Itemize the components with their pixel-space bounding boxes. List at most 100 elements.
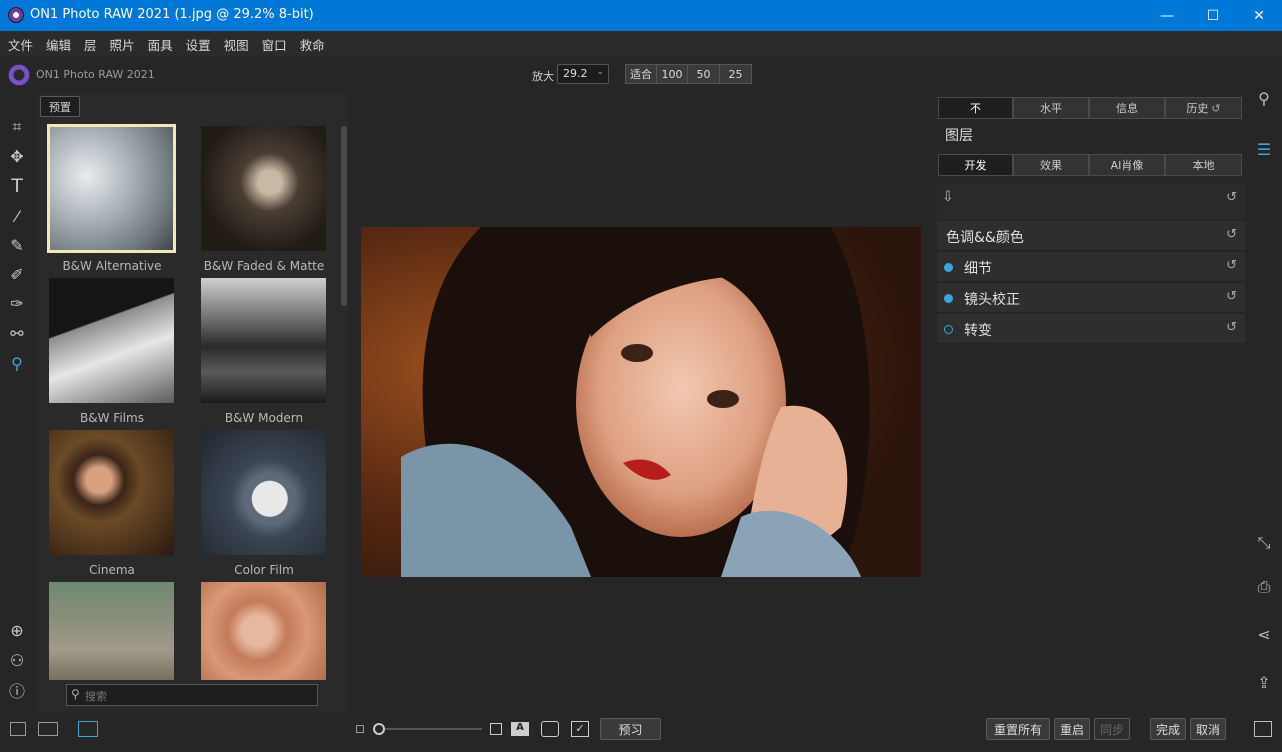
menu-view[interactable]: 视图 — [224, 35, 249, 54]
close-button[interactable]: ✕ — [1236, 0, 1282, 31]
reset-all-button[interactable]: 重置所有 — [986, 718, 1050, 740]
minimize-button[interactable]: — — [1144, 0, 1190, 31]
print-icon[interactable]: ⎙ — [1252, 575, 1276, 599]
size-slider-track[interactable] — [382, 728, 482, 730]
bridge-photo — [49, 278, 174, 403]
browse-icon[interactable]: ⚲ — [1252, 86, 1276, 110]
preset-thumb-8[interactable] — [201, 582, 326, 680]
zoom-50-button[interactable]: 50 — [687, 64, 720, 84]
single-view-icon[interactable] — [78, 721, 98, 737]
preset-thumb-bw-faded-matte[interactable] — [201, 126, 326, 251]
crop-icon[interactable]: ⌗ — [6, 116, 28, 138]
undo-icon[interactable]: ↺ — [1226, 190, 1237, 205]
menu-layer[interactable]: 层 — [84, 35, 97, 54]
refine-brush-icon[interactable]: ✑ — [6, 292, 28, 314]
tab-effects[interactable]: 效果 — [1013, 154, 1089, 176]
clone-icon[interactable]: ⚯ — [6, 322, 28, 344]
check-view-icon[interactable]: ✓ — [571, 721, 589, 737]
menu-edit[interactable]: 编辑 — [46, 35, 71, 54]
share-icon[interactable]: ⋖ — [1252, 622, 1276, 646]
panel-right-icon[interactable] — [1254, 721, 1272, 737]
size-slider-handle[interactable] — [373, 723, 385, 735]
text-icon[interactable]: T — [6, 175, 28, 197]
enabled-dot-icon[interactable] — [944, 294, 953, 303]
section-lens-correction[interactable]: 镜头校正 ↺ — [937, 283, 1245, 313]
text-overlay-icon[interactable]: A — [511, 722, 529, 736]
preset-caption: B&W Alternative — [62, 259, 162, 273]
disabled-dot-icon[interactable] — [944, 325, 953, 334]
ruins-photo — [49, 582, 174, 680]
resize-icon[interactable]: ⤡ — [1252, 531, 1276, 555]
import-icon[interactable]: ⇩ — [942, 189, 954, 205]
compare-view-icon[interactable] — [38, 722, 58, 736]
panel-toggle-icon[interactable] — [10, 722, 26, 736]
preset-caption: B&W Faded & Matte — [203, 259, 325, 273]
section-transform[interactable]: 转变 ↺ — [937, 314, 1245, 344]
done-button[interactable]: 完成 — [1150, 718, 1186, 740]
help-icon[interactable]: ⓘ — [6, 679, 28, 701]
preset-button[interactable]: 预置 — [40, 96, 80, 117]
menu-window[interactable]: 窗口 — [262, 35, 287, 54]
waterfall-photo — [201, 278, 326, 403]
undo-icon[interactable]: ↺ — [1226, 320, 1237, 335]
mask-brush-icon[interactable]: ✐ — [6, 263, 28, 285]
tab-info[interactable]: 信息 — [1089, 97, 1165, 119]
zoom-select[interactable]: 29.2 ⌄ — [557, 64, 609, 84]
tab-none[interactable]: 不 — [938, 97, 1013, 119]
cancel-button[interactable]: 取消 — [1190, 718, 1226, 740]
main-photo[interactable] — [361, 227, 921, 577]
adjust-sliders-icon[interactable]: ☰ — [1252, 137, 1276, 161]
user-icon[interactable]: ⚇ — [6, 649, 28, 671]
section-tone-color[interactable]: 色调&&颜色 ↺ — [937, 221, 1245, 251]
preset-thumb-7[interactable] — [49, 582, 174, 680]
zoom-25-button[interactable]: 25 — [719, 64, 752, 84]
preset-thumb-color-film[interactable] — [201, 430, 326, 555]
capital-photo — [49, 126, 174, 251]
tab-local[interactable]: 本地 — [1165, 154, 1242, 176]
maximize-button[interactable]: ☐ — [1190, 0, 1236, 31]
search-input[interactable]: ⚲ 搜索 — [66, 684, 318, 706]
sync-button[interactable]: 同步 — [1094, 718, 1130, 740]
undo-icon[interactable]: ↺ — [1226, 258, 1237, 273]
info-tabs: 不 水平 信息 历史 ↺ — [938, 97, 1242, 119]
mask-view-icon[interactable] — [541, 721, 559, 737]
brush-icon[interactable]: ✎ — [6, 234, 28, 256]
large-thumb-icon[interactable] — [490, 723, 502, 735]
globe-icon[interactable]: ⊕ — [6, 619, 28, 641]
preset-thumb-bw-alternative[interactable] — [47, 124, 176, 253]
menu-settings[interactable]: 设置 — [186, 35, 211, 54]
preset-thumb-bw-films[interactable] — [49, 278, 174, 403]
window-title: ON1 Photo RAW 2021 (1.jpg @ 29.2% 8-bit) — [30, 7, 314, 22]
move-icon[interactable]: ✥ — [6, 145, 28, 167]
section-details[interactable]: 细节 ↺ — [937, 252, 1245, 282]
preset-thumb-bw-modern[interactable] — [201, 278, 326, 403]
undo-icon[interactable]: ↺ — [1226, 227, 1237, 242]
menu-mask[interactable]: 面具 — [148, 35, 173, 54]
section-label: 转变 — [964, 323, 992, 339]
tab-levels[interactable]: 水平 — [1013, 97, 1089, 119]
hat-woman-photo — [201, 582, 326, 680]
export-icon[interactable]: ⇪ — [1252, 670, 1276, 694]
restart-button[interactable]: 重启 — [1054, 718, 1090, 740]
menu-help[interactable]: 救命 — [300, 35, 325, 54]
tab-history[interactable]: 历史 ↺ — [1165, 97, 1242, 119]
small-thumb-icon[interactable] — [356, 725, 364, 733]
preview-button[interactable]: 预习 — [600, 718, 661, 740]
browser-scrollbar[interactable] — [341, 126, 347, 306]
tab-ai-portrait[interactable]: AI肖像 — [1089, 154, 1165, 176]
woman-photo — [49, 430, 174, 555]
layers-label[interactable]: 图层 — [945, 125, 973, 145]
undo-icon[interactable]: ↺ — [1226, 289, 1237, 304]
preset-thumb-cinema[interactable] — [49, 430, 174, 555]
tab-develop[interactable]: 开发 — [938, 154, 1013, 176]
zoom-fit-button[interactable]: 适合 — [625, 64, 657, 84]
zoom-100-button[interactable]: 100 — [656, 64, 688, 84]
scale-photo — [201, 430, 326, 555]
zoom-label: 放大 — [532, 70, 554, 83]
retouch-brush-icon[interactable]: ⁄ — [6, 205, 28, 227]
enabled-dot-icon[interactable] — [944, 263, 953, 272]
menu-photo[interactable]: 照片 — [110, 35, 135, 54]
menu-file[interactable]: 文件 — [8, 35, 33, 54]
zoom-hand-icon[interactable]: ⚲ — [6, 352, 28, 374]
section-label: 色调&&颜色 — [946, 230, 1024, 246]
